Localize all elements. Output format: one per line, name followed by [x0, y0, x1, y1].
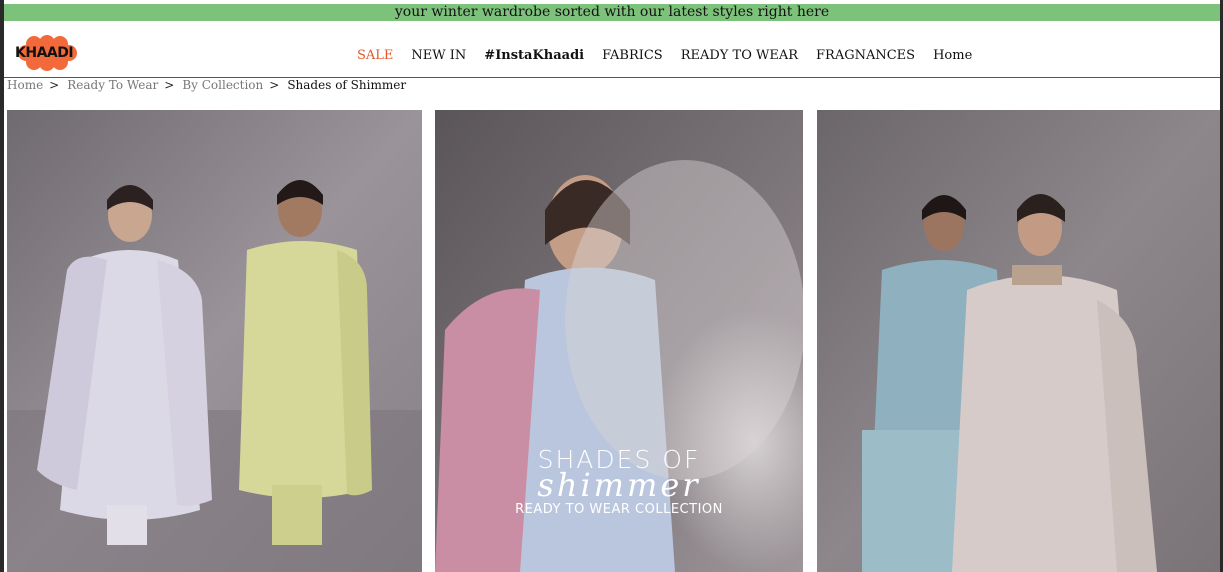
- hero-title-line2: shimmer: [537, 466, 701, 504]
- page: your winter wardrobe sorted with our lat…: [4, 0, 1220, 572]
- breadcrumb-separator: >: [164, 78, 175, 92]
- breadcrumb-separator: >: [269, 78, 280, 92]
- nav-item-home[interactable]: Home: [933, 48, 972, 66]
- site-header: KHAADI SALE NEW IN #InstaKhaadi FABRICS …: [4, 21, 1220, 78]
- promo-banner[interactable]: your winter wardrobe sorted with our lat…: [4, 4, 1220, 21]
- brand-logo[interactable]: KHAADI: [14, 35, 78, 71]
- breadcrumb-by-collection[interactable]: By Collection: [182, 78, 263, 92]
- breadcrumb-current: Shades of Shimmer: [287, 78, 407, 92]
- breadcrumb-ready-to-wear[interactable]: Ready To Wear: [67, 78, 158, 92]
- nav-item-sale[interactable]: SALE: [357, 48, 393, 66]
- promo-banner-text: your winter wardrobe sorted with our lat…: [394, 4, 830, 20]
- nav-item-fragnances[interactable]: FRAGNANCES: [816, 48, 915, 66]
- hero-subtitle: READY TO WEAR COLLECTION: [515, 502, 723, 517]
- collection-hero-image[interactable]: SHADES OF shimmer READY TO WEAR COLLECTI…: [435, 110, 803, 572]
- nav-item-fabrics[interactable]: FABRICS: [602, 48, 663, 66]
- breadcrumb-separator: >: [49, 78, 60, 92]
- nav-item-ready-to-wear[interactable]: READY TO WEAR: [681, 48, 798, 66]
- collection-image-right[interactable]: [817, 110, 1220, 572]
- collection-image-left[interactable]: [7, 110, 422, 572]
- model-photo-image: [7, 110, 422, 572]
- breadcrumb-home[interactable]: Home: [7, 78, 43, 92]
- nav-item-new-in[interactable]: NEW IN: [411, 48, 466, 66]
- model-photo-image: [817, 110, 1220, 572]
- nav-item-insta-khaadi[interactable]: #InstaKhaadi: [484, 48, 584, 66]
- breadcrumb: Home > Ready To Wear > By Collection > Shades …: [7, 78, 406, 94]
- logo-text: KHAADI: [15, 45, 74, 61]
- main-nav: SALE NEW IN #InstaKhaadi FABRICS READY T…: [357, 48, 990, 66]
